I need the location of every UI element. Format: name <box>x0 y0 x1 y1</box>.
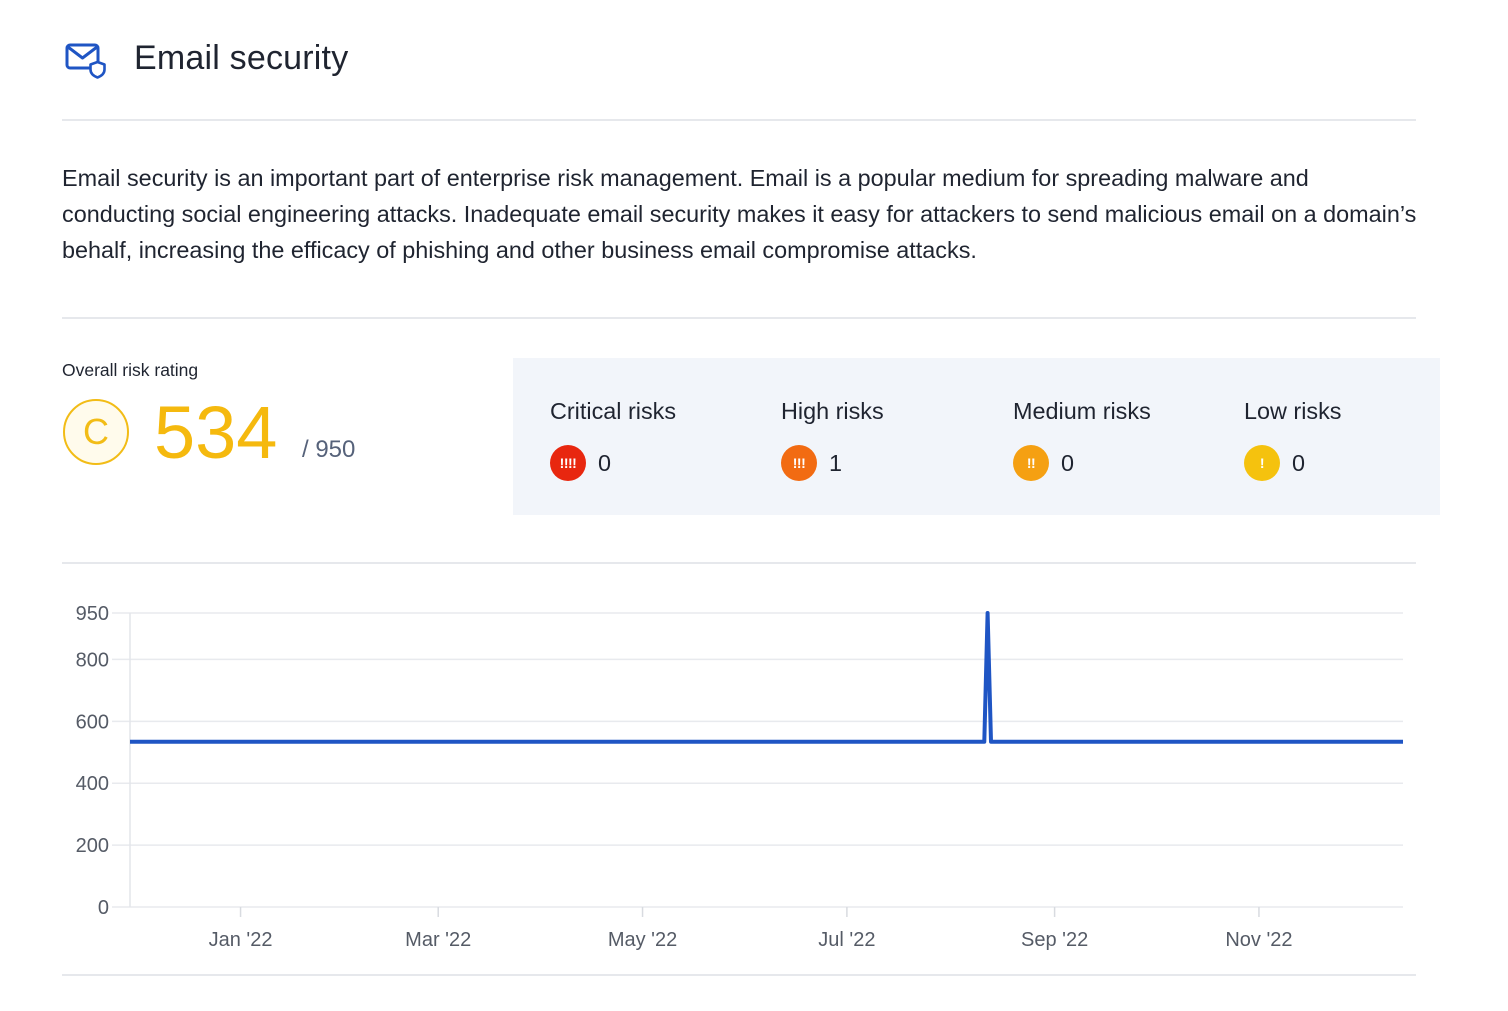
risk-count: 1 <box>829 450 842 477</box>
low-risks: Low risks ! 0 <box>1244 398 1341 481</box>
risk-score-max: / 950 <box>302 436 355 464</box>
risk-count: 0 <box>598 450 611 477</box>
risk-label: Low risks <box>1244 398 1341 425</box>
rating-label: Overall risk rating <box>62 360 198 381</box>
risk-score: 534 <box>154 390 277 476</box>
mail-shield-icon <box>62 36 106 80</box>
x-tick-label: Jan '22 <box>209 929 273 951</box>
risk-count: 0 <box>1292 450 1305 477</box>
y-tick-label: 600 <box>76 711 109 733</box>
grade-badge: C <box>63 399 129 465</box>
low-risk-icon: ! <box>1244 445 1280 481</box>
x-tick-label: Nov '22 <box>1225 929 1292 951</box>
y-tick-label: 0 <box>98 897 109 919</box>
divider <box>62 562 1416 564</box>
high-risk-icon: !!! <box>781 445 817 481</box>
x-tick-label: Jul '22 <box>818 929 875 951</box>
x-tick-label: May '22 <box>608 929 677 951</box>
y-tick-label: 800 <box>76 649 109 671</box>
medium-risk-icon: !! <box>1013 445 1049 481</box>
y-tick-label: 950 <box>76 603 109 625</box>
risk-label: High risks <box>781 398 884 425</box>
y-tick-label: 200 <box>76 835 109 857</box>
divider <box>62 119 1416 121</box>
risk-summary-panel: Critical risks !!!! 0 High risks !!! 1 M… <box>513 358 1440 515</box>
divider <box>62 317 1416 319</box>
y-tick-label: 400 <box>76 773 109 795</box>
page-title: Email security <box>134 39 348 78</box>
risk-score-history-chart: 0 200 400 600 800 950 Jan '22 Mar '22 May '22 Jul… <box>0 580 1508 970</box>
high-risks: High risks !!! 1 <box>781 398 884 481</box>
divider <box>62 974 1416 976</box>
critical-risks: Critical risks !!!! 0 <box>550 398 676 481</box>
risk-label: Medium risks <box>1013 398 1151 425</box>
risk-count: 0 <box>1061 450 1074 477</box>
x-tick-label: Sep '22 <box>1021 929 1088 951</box>
critical-risk-icon: !!!! <box>550 445 586 481</box>
medium-risks: Medium risks !! 0 <box>1013 398 1151 481</box>
risk-label: Critical risks <box>550 398 676 425</box>
section-header: Email security <box>62 30 348 86</box>
section-description: Email security is an important part of e… <box>62 160 1422 268</box>
score-line <box>130 613 1403 742</box>
x-tick-label: Mar '22 <box>405 929 471 951</box>
